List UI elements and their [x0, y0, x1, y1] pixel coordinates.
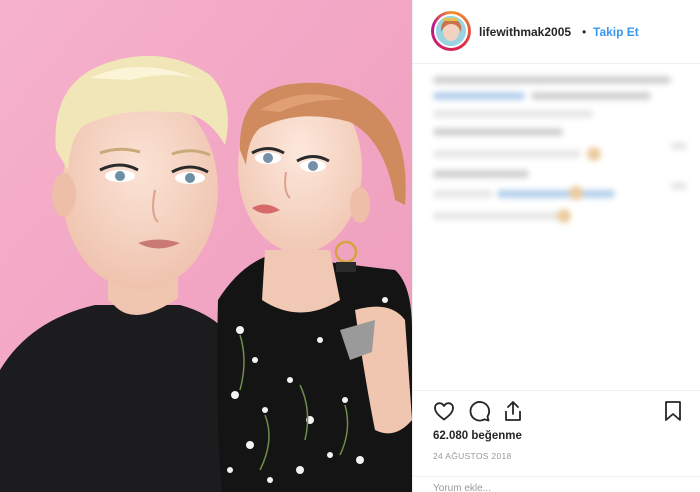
blurred-caption-line: [531, 92, 651, 100]
username-link[interactable]: lifewithmak2005: [479, 25, 571, 39]
likes-count[interactable]: 62.080 beğenme: [433, 430, 522, 442]
share-button[interactable]: [501, 399, 525, 423]
separator-dot: •: [582, 25, 587, 39]
speech-bubble-icon: [469, 401, 490, 422]
post-header: lifewithmak2005 • Takip Et: [413, 0, 700, 64]
like-button[interactable]: [432, 399, 456, 423]
blurred-caption-line: [433, 76, 671, 84]
blurred-like-marker: [671, 182, 687, 190]
share-icon: [505, 401, 521, 421]
comments-list-blurred: [427, 72, 689, 242]
blurred-hashtag-line: [433, 92, 525, 100]
blurred-comment-line: [433, 190, 493, 198]
blurred-caption-line: [433, 110, 593, 118]
avatar[interactable]: [434, 14, 468, 48]
bookmark-icon: [665, 401, 681, 421]
blurred-comment-line: [433, 170, 529, 178]
blurred-mention-line: [497, 190, 615, 198]
add-comment-area: [413, 476, 700, 492]
post-date[interactable]: 24 AĞUSTOS 2018: [433, 451, 512, 461]
comment-button[interactable]: [467, 399, 491, 423]
instagram-post: lifewithmak2005 • Takip Et 62.080 beğenm…: [0, 0, 700, 492]
comment-input[interactable]: [433, 483, 673, 492]
blurred-emoji: [557, 209, 571, 223]
blurred-comment-line: [433, 150, 581, 158]
save-button[interactable]: [661, 399, 685, 423]
post-photo[interactable]: [0, 0, 412, 492]
post-side-panel: lifewithmak2005 • Takip Et 62.080 beğenm…: [412, 0, 700, 492]
heart-icon: [434, 402, 454, 421]
blurred-emoji: [569, 186, 583, 200]
follow-button[interactable]: Takip Et: [593, 25, 639, 39]
photo-illustration: [0, 0, 412, 492]
blurred-caption-line: [433, 128, 563, 136]
blurred-comment-line: [433, 212, 559, 220]
avatar-image: [436, 16, 466, 46]
story-ring[interactable]: [431, 11, 471, 51]
blurred-emoji: [587, 147, 601, 161]
blurred-like-marker: [671, 142, 687, 150]
action-bar: [413, 390, 700, 430]
